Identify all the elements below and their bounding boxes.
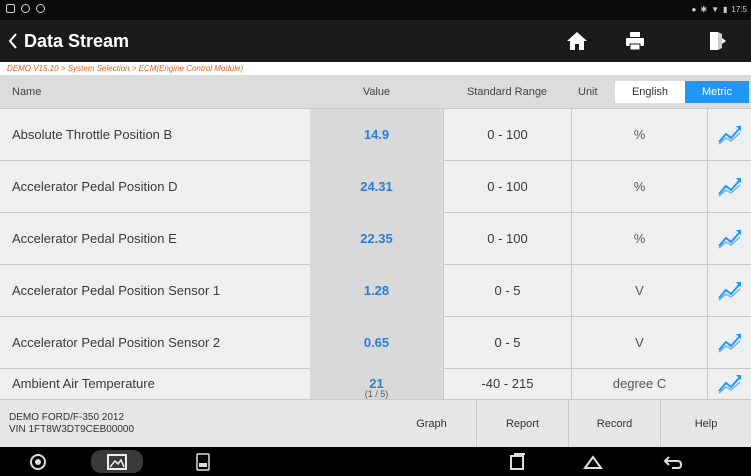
unit-metric-option[interactable]: Metric [685, 81, 749, 103]
table-header: Name Value Standard Range Unit English M… [0, 75, 751, 109]
table-row: Absolute Throttle Position B 14.9 0 - 10… [0, 109, 751, 161]
data-stream-table: Absolute Throttle Position B 14.9 0 - 10… [0, 109, 751, 399]
screenshot-button[interactable] [91, 450, 143, 473]
vehicle-model: DEMO FORD/F-350 2012 [9, 412, 125, 423]
status-left-icons [6, 4, 45, 13]
table-row: Accelerator Pedal Position E 22.35 0 - 1… [0, 213, 751, 265]
notification-icon [6, 4, 15, 13]
chevron-left-icon [8, 33, 17, 49]
line-chart-icon [717, 282, 741, 301]
recent-apps-icon [510, 452, 525, 470]
row-range: 0 - 100 [443, 161, 571, 213]
line-chart-icon [717, 334, 741, 353]
report-button[interactable]: Report [476, 400, 568, 448]
row-value: 1.28 [310, 265, 443, 317]
camera-icon [30, 453, 46, 470]
exit-button[interactable] [705, 29, 731, 53]
back-nav-button[interactable] [660, 450, 686, 473]
recent-apps-button[interactable] [504, 450, 530, 473]
row-range: 0 - 5 [443, 317, 571, 369]
table-row: Accelerator Pedal Position Sensor 1 1.28… [0, 265, 751, 317]
row-name: Absolute Throttle Position B [12, 127, 173, 142]
camera-button[interactable] [26, 450, 50, 473]
line-chart-icon [717, 126, 741, 145]
row-name: Accelerator Pedal Position E [12, 231, 177, 246]
vehicle-info: DEMO FORD/F-350 2012 VIN 1FT8W3DT9CEB000… [9, 412, 134, 436]
row-name: Accelerator Pedal Position D [12, 179, 178, 194]
status-time: 17:5 [731, 5, 747, 14]
page-title: Data Stream [24, 30, 130, 51]
home-icon [567, 32, 587, 50]
table-row: Accelerator Pedal Position Sensor 2 0.65… [0, 317, 751, 369]
column-name: Name [12, 86, 42, 98]
page-indicator: (1 / 5) [364, 389, 389, 399]
row-graph-button[interactable] [707, 109, 751, 161]
row-value: 22.35 [310, 213, 443, 265]
row-value: 14.9 [310, 109, 443, 161]
column-standard-range: Standard Range [466, 86, 548, 98]
status-right-icons: ● ✱ ▼ ▮ 17:5 [692, 5, 747, 14]
vci-button[interactable] [191, 450, 215, 473]
unit-toggle: English Metric [615, 81, 749, 103]
line-chart-icon [717, 230, 741, 249]
column-unit: Unit [578, 86, 598, 98]
image-icon [107, 453, 127, 470]
row-range: -40 - 215 [443, 369, 571, 399]
print-button[interactable] [622, 29, 648, 53]
line-chart-icon [717, 178, 741, 197]
vehicle-vin: VIN 1FT8W3DT9CEB00000 [9, 424, 135, 435]
title-bar: Data Stream [0, 20, 751, 62]
row-unit: V [571, 265, 707, 317]
row-graph-button[interactable] [707, 161, 751, 213]
row-graph-button[interactable] [707, 213, 751, 265]
battery-icon: ▮ [723, 5, 728, 14]
row-name: Accelerator Pedal Position Sensor 2 [12, 335, 221, 350]
breadcrumb: DEMO V15.10 > System Selection > ECM(Eng… [0, 62, 751, 75]
vci-icon [196, 452, 210, 471]
exit-icon [710, 32, 726, 50]
row-range: 0 - 100 [443, 109, 571, 161]
status-bar: ● ✱ ▼ ▮ 17:5 [0, 0, 751, 20]
row-unit: V [571, 317, 707, 369]
wifi-icon: ▼ [711, 5, 720, 14]
row-unit: % [571, 109, 707, 161]
print-icon [626, 32, 644, 51]
row-unit: % [571, 161, 707, 213]
bluetooth-icon: ✱ [700, 5, 708, 14]
footer-bar: DEMO FORD/F-350 2012 VIN 1FT8W3DT9CEB000… [0, 399, 751, 448]
row-graph-button[interactable] [707, 317, 751, 369]
usb-icon [21, 4, 30, 13]
row-unit: % [571, 213, 707, 265]
location-icon: ● [691, 5, 697, 14]
record-button[interactable]: Record [568, 400, 660, 448]
table-row: Ambient Air Temperature 21 -40 - 215 deg… [0, 369, 751, 399]
navigation-bar [0, 447, 751, 476]
graph-button[interactable]: Graph [387, 400, 476, 448]
row-graph-button[interactable] [707, 369, 751, 399]
table-row: Accelerator Pedal Position D 24.31 0 - 1… [0, 161, 751, 213]
row-graph-button[interactable] [707, 265, 751, 317]
help-button[interactable]: Help [660, 400, 751, 448]
home-nav-button[interactable] [580, 450, 606, 473]
row-value: 0.65 [310, 317, 443, 369]
row-value: 24.31 [310, 161, 443, 213]
settings-icon [36, 4, 45, 13]
row-unit: degree C [571, 369, 707, 399]
row-name: Accelerator Pedal Position Sensor 1 [12, 283, 221, 298]
home-outline-icon [583, 454, 603, 469]
row-name: Ambient Air Temperature [12, 376, 155, 391]
back-button[interactable]: Data Stream [8, 29, 129, 53]
row-range: 0 - 100 [443, 213, 571, 265]
home-button[interactable] [564, 29, 590, 53]
back-arrow-icon [663, 455, 683, 469]
row-range: 0 - 5 [443, 265, 571, 317]
column-value: Value [362, 86, 391, 98]
line-chart-icon [717, 375, 741, 394]
unit-english-option[interactable]: English [615, 81, 685, 103]
